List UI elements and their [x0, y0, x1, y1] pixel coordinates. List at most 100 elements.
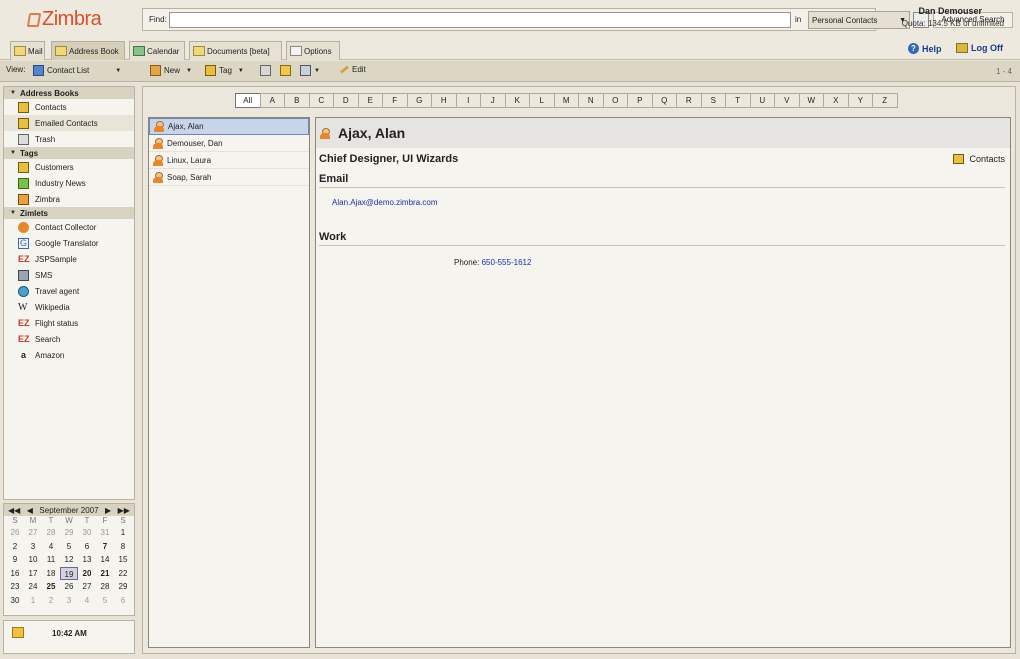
- calendar-day[interactable]: 16: [6, 567, 24, 581]
- search-input[interactable]: [169, 12, 791, 28]
- alpha-filter-all[interactable]: All: [235, 93, 261, 108]
- sidebar-item-zimbra[interactable]: Zimbra: [4, 191, 134, 207]
- alpha-filter-t[interactable]: T: [725, 93, 751, 108]
- calendar-day[interactable]: 12: [60, 553, 78, 567]
- calendar-day[interactable]: 1: [114, 526, 132, 540]
- sidebar-item-jspsample[interactable]: EZ JSPSample: [4, 251, 134, 267]
- search-scope-select[interactable]: Personal Contacts ▼: [808, 11, 910, 29]
- calendar-day[interactable]: 3: [24, 540, 42, 554]
- help-link[interactable]: ? Help: [908, 43, 942, 54]
- calendar-day[interactable]: 6: [114, 594, 132, 608]
- alpha-filter-s[interactable]: S: [700, 93, 726, 108]
- calendar-day[interactable]: 8: [114, 540, 132, 554]
- calendar-day[interactable]: 28: [96, 580, 114, 594]
- calendar-day[interactable]: 7: [96, 540, 114, 554]
- contact-row-soap-sarah[interactable]: Soap, Sarah: [149, 169, 309, 186]
- calendar-day[interactable]: 13: [78, 553, 96, 567]
- alpha-filter-r[interactable]: R: [676, 93, 702, 108]
- tags-header[interactable]: ▼ Tags: [4, 147, 134, 159]
- calendar-day[interactable]: 22: [114, 567, 132, 581]
- alpha-filter-e[interactable]: E: [357, 93, 383, 108]
- calendar-day[interactable]: 9: [6, 553, 24, 567]
- alpha-filter-x[interactable]: X: [823, 93, 849, 108]
- sidebar-item-trash[interactable]: Trash: [4, 131, 134, 147]
- calendar-day[interactable]: 29: [114, 580, 132, 594]
- alpha-filter-y[interactable]: Y: [847, 93, 873, 108]
- alpha-filter-b[interactable]: B: [284, 93, 310, 108]
- alpha-filter-f[interactable]: F: [382, 93, 408, 108]
- sidebar-item-search[interactable]: EZ Search: [4, 331, 134, 347]
- zimlets-header[interactable]: ▼ Zimlets: [4, 207, 134, 219]
- edit-button[interactable]: Edit: [340, 65, 366, 74]
- move-button[interactable]: [280, 65, 294, 76]
- alpha-filter-o[interactable]: O: [602, 93, 628, 108]
- alpha-filter-j[interactable]: J: [480, 93, 506, 108]
- sidebar-item-wikipedia[interactable]: W Wikipedia: [4, 299, 134, 315]
- alpha-filter-g[interactable]: G: [406, 93, 432, 108]
- calendar-day[interactable]: 10: [24, 553, 42, 567]
- alpha-filter-k[interactable]: K: [504, 93, 530, 108]
- tag-button[interactable]: Tag ▼: [205, 65, 244, 76]
- calendar-day[interactable]: 23: [6, 580, 24, 594]
- alpha-filter-w[interactable]: W: [798, 93, 824, 108]
- alpha-filter-d[interactable]: D: [333, 93, 359, 108]
- calendar-day[interactable]: 3: [60, 594, 78, 608]
- calendar-day[interactable]: 5: [60, 540, 78, 554]
- calendar-day[interactable]: 27: [24, 526, 42, 540]
- calendar-day[interactable]: 5: [96, 594, 114, 608]
- tab-calendar[interactable]: Calendar: [129, 41, 185, 60]
- prev-year-icon[interactable]: ◀◀: [8, 506, 20, 515]
- calendar-day[interactable]: 30: [6, 594, 24, 608]
- email-link[interactable]: Alan.Ajax@demo.zimbra.com: [332, 198, 438, 207]
- tab-documents[interactable]: Documents [beta]: [189, 41, 282, 60]
- calendar-day[interactable]: 14: [96, 553, 114, 567]
- contact-row-demouser-dan[interactable]: Demouser, Dan: [149, 135, 309, 152]
- sidebar-item-emailed-contacts[interactable]: Emailed Contacts: [4, 115, 134, 131]
- delete-button[interactable]: [260, 65, 274, 76]
- calendar-day[interactable]: 20: [78, 567, 96, 581]
- sidebar-item-google-translator[interactable]: G Google Translator: [4, 235, 134, 251]
- next-year-icon[interactable]: ▶▶: [118, 506, 130, 515]
- calendar-day[interactable]: 26: [60, 580, 78, 594]
- sidebar-item-industry-news[interactable]: Industry News: [4, 175, 134, 191]
- zimbra-logo[interactable]: Zimbra: [26, 8, 102, 31]
- calendar-day[interactable]: 4: [42, 540, 60, 554]
- calendar-day[interactable]: 31: [96, 526, 114, 540]
- alpha-filter-c[interactable]: C: [308, 93, 334, 108]
- calendar-day[interactable]: 28: [42, 526, 60, 540]
- new-button[interactable]: New ▼: [150, 65, 192, 76]
- phone-link[interactable]: 650-555-1612: [482, 258, 532, 267]
- contact-row-ajax-alan[interactable]: Ajax, Alan: [149, 118, 309, 135]
- sidebar-item-sms[interactable]: SMS: [4, 267, 134, 283]
- sidebar-item-contacts[interactable]: Contacts: [4, 99, 134, 115]
- calendar-day[interactable]: 17: [24, 567, 42, 581]
- alpha-filter-n[interactable]: N: [578, 93, 604, 108]
- print-button[interactable]: ▼: [300, 65, 320, 76]
- calendar-day[interactable]: 2: [6, 540, 24, 554]
- view-select[interactable]: Contact List ▼: [33, 65, 121, 76]
- alpha-filter-a[interactable]: A: [259, 93, 285, 108]
- calendar-day[interactable]: 27: [78, 580, 96, 594]
- alpha-filter-u[interactable]: U: [749, 93, 775, 108]
- sidebar-item-flight-status[interactable]: EZ Flight status: [4, 315, 134, 331]
- alpha-filter-l[interactable]: L: [529, 93, 555, 108]
- alpha-filter-m[interactable]: M: [553, 93, 579, 108]
- calendar-day[interactable]: 26: [6, 526, 24, 540]
- calendar-day[interactable]: 24: [24, 580, 42, 594]
- calendar-day[interactable]: 29: [60, 526, 78, 540]
- alpha-filter-q[interactable]: Q: [651, 93, 677, 108]
- sidebar-item-amazon[interactable]: a Amazon: [4, 347, 134, 363]
- calendar-day[interactable]: 6: [78, 540, 96, 554]
- calendar-day[interactable]: 4: [78, 594, 96, 608]
- contact-folder[interactable]: Contacts: [953, 154, 1005, 164]
- alpha-filter-v[interactable]: V: [774, 93, 800, 108]
- log-off-link[interactable]: Log Off: [956, 43, 1003, 53]
- calendar-day[interactable]: 1: [24, 594, 42, 608]
- contact-row-linux-laura[interactable]: Linux, Laura: [149, 152, 309, 169]
- calendar-day[interactable]: 18: [42, 567, 60, 581]
- calendar-day[interactable]: 2: [42, 594, 60, 608]
- calendar-day[interactable]: 30: [78, 526, 96, 540]
- alpha-filter-i[interactable]: I: [455, 93, 481, 108]
- tab-address-book[interactable]: Address Book: [51, 41, 125, 60]
- calendar-day[interactable]: 11: [42, 553, 60, 567]
